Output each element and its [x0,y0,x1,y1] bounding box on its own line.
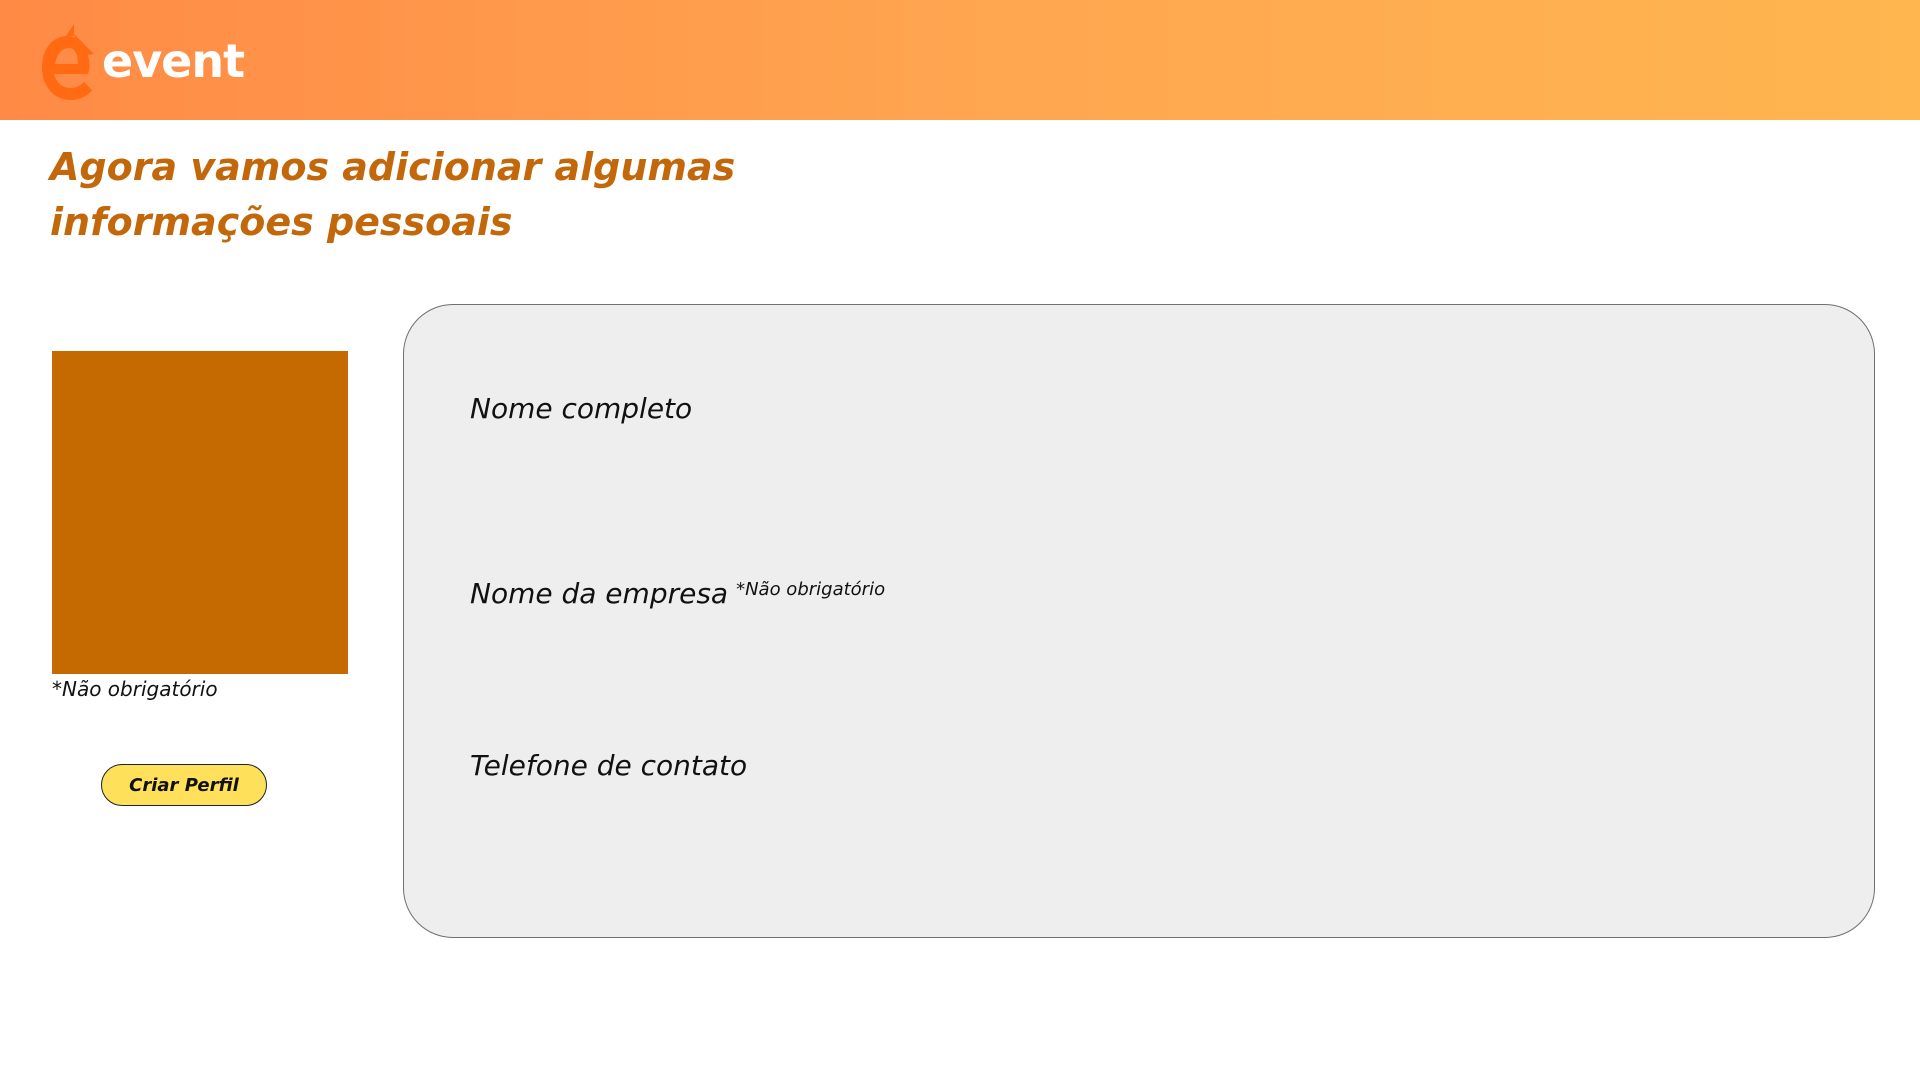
phone-field: Telefone de contato [470,749,1810,838]
e-arrow-logo-icon [42,24,94,100]
full-name-field: Nome completo [470,392,1810,481]
phone-label: Telefone de contato [470,749,748,782]
page-title: Agora vamos adicionar algumas informaçõe… [50,140,770,250]
company-optional-note: *Não obrigatório [736,579,886,600]
company-name-field: Nome da empresa *Não obrigatório [470,577,1810,666]
photo-optional-note: *Não obrigatório [52,677,218,701]
top-header: event [0,0,1920,120]
profile-photo-upload[interactable] [52,351,348,674]
full-name-input[interactable] [470,439,1474,481]
full-name-label: Nome completo [470,392,693,425]
create-profile-button[interactable]: Criar Perfil [101,764,267,806]
personal-info-form: Nome completo Nome da empresa *Não obriga… [403,304,1875,938]
company-name-input[interactable] [470,624,1474,666]
company-name-label: Nome da empresa [470,577,729,610]
phone-input[interactable] [470,796,1474,838]
brand-name: event [102,34,245,88]
page-title-line-1: Agora vamos adicionar algumas [50,145,736,189]
page-title-line-2: informações pessoais [50,200,513,244]
brand-logo[interactable]: event [38,24,245,104]
